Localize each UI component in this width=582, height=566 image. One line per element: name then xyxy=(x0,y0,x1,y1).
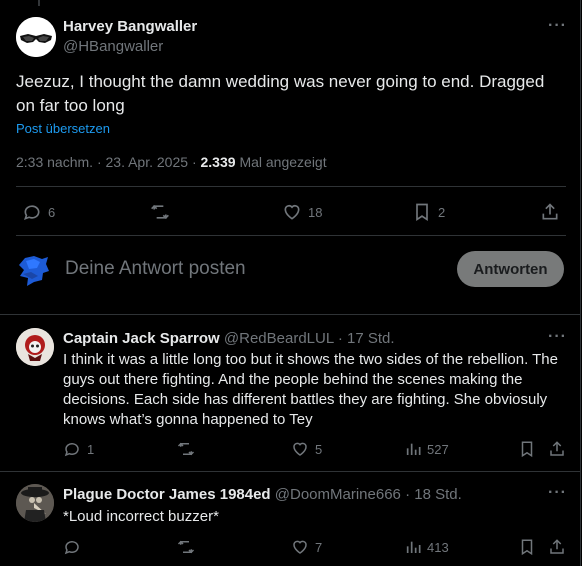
views-count: 527 xyxy=(427,441,449,457)
post-meta: 2:33 nachm. · 23. Apr. 2025 · 2.339 Mal … xyxy=(16,154,327,170)
meta-separator: · xyxy=(337,330,347,347)
like-count: 7 xyxy=(315,539,323,555)
views-icon xyxy=(406,541,421,553)
repost-button[interactable] xyxy=(176,440,196,458)
repost-button[interactable] xyxy=(176,538,196,556)
repost-icon xyxy=(151,204,169,220)
like-icon xyxy=(293,540,307,554)
bookmark-icon xyxy=(521,441,533,458)
meta-separator: · xyxy=(405,486,415,503)
views-count: 413 xyxy=(427,539,449,555)
more-icon[interactable]: ··· xyxy=(548,17,567,35)
meta-separator: · xyxy=(191,154,201,170)
more-icon[interactable]: ··· xyxy=(548,328,567,346)
post-time[interactable]: 2:33 nachm. xyxy=(16,154,93,170)
bookmark-count: 2 xyxy=(438,204,446,220)
like-icon xyxy=(293,442,307,456)
reply-header: Captain Jack Sparrow @RedBeardLUL · 17 S… xyxy=(63,330,395,347)
bookmark-button[interactable] xyxy=(518,440,536,458)
like-button[interactable]: 5 xyxy=(291,440,322,458)
repost-icon xyxy=(177,540,195,554)
bookmark-button[interactable] xyxy=(518,538,536,556)
avatar-plague-doctor[interactable] xyxy=(16,484,54,522)
bookmark-icon xyxy=(416,203,428,222)
like-button[interactable]: 7 xyxy=(291,538,322,556)
reply-header: Plague Doctor James 1984ed @DoomMarine66… xyxy=(63,486,462,503)
repost-button[interactable] xyxy=(149,202,171,222)
views-icon xyxy=(406,443,421,455)
reply-icon xyxy=(64,541,79,555)
thread-line xyxy=(38,0,40,6)
reply-author-handle[interactable]: @RedBeardLUL xyxy=(224,330,334,347)
share-button[interactable] xyxy=(548,538,566,556)
bookmark-button[interactable]: 2 xyxy=(412,202,445,222)
meta-separator: · xyxy=(96,154,106,170)
share-icon xyxy=(550,539,564,554)
post-text: Jeezuz, I thought the damn wedding was n… xyxy=(16,72,545,115)
repost-icon xyxy=(177,442,195,456)
views-button[interactable]: 413 xyxy=(405,538,449,556)
divider xyxy=(16,186,566,187)
share-icon xyxy=(542,203,558,220)
divider xyxy=(16,235,566,236)
views-button[interactable]: 527 xyxy=(405,440,449,458)
divider xyxy=(0,314,580,315)
reply-icon xyxy=(64,443,79,457)
reply-text: *Loud incorrect buzzer* xyxy=(63,508,219,525)
reply-count: 6 xyxy=(48,204,56,220)
share-button[interactable] xyxy=(540,202,560,222)
reply-input[interactable]: Deine Antwort posten xyxy=(65,258,246,280)
reply-button[interactable]: 1 xyxy=(63,440,94,458)
like-count: 18 xyxy=(308,204,323,220)
like-icon xyxy=(284,204,300,220)
avatar-harvey[interactable] xyxy=(16,17,56,57)
like-count: 5 xyxy=(315,441,323,457)
reply-submit-button[interactable]: Antworten xyxy=(457,251,564,287)
divider xyxy=(0,471,580,472)
reply-author-name[interactable]: Captain Jack Sparrow xyxy=(63,330,220,347)
views-label: Mal angezeigt xyxy=(239,154,327,170)
reply-button[interactable]: 6 xyxy=(22,202,55,222)
author-name[interactable]: Harvey Bangwaller xyxy=(63,18,197,35)
reply-text: I think it was a little long too but it … xyxy=(63,351,558,428)
author-handle[interactable]: @HBangwaller xyxy=(63,38,163,55)
reply-icon xyxy=(24,205,40,221)
like-button[interactable]: 18 xyxy=(282,202,322,222)
post-date[interactable]: 23. Apr. 2025 xyxy=(106,154,189,170)
reply-button[interactable] xyxy=(63,538,87,556)
share-button[interactable] xyxy=(548,440,566,458)
translate-link[interactable]: Post übersetzen xyxy=(16,121,110,136)
more-icon[interactable]: ··· xyxy=(548,484,567,502)
reply-time[interactable]: 18 Std. xyxy=(414,486,462,503)
reply-time[interactable]: 17 Std. xyxy=(347,330,395,347)
reply-count: 1 xyxy=(87,441,95,457)
views-count: 2.339 xyxy=(200,154,236,170)
avatar-captain-jack[interactable] xyxy=(16,328,54,366)
tweet-detail-panel: Harvey Bangwaller @HBangwaller ··· Jeezu… xyxy=(0,0,581,566)
own-avatar[interactable] xyxy=(16,252,52,288)
reply-author-handle[interactable]: @DoomMarine666 xyxy=(275,486,401,503)
share-icon xyxy=(550,441,564,456)
reply-author-name[interactable]: Plague Doctor James 1984ed xyxy=(63,486,271,503)
bookmark-icon xyxy=(521,539,533,556)
